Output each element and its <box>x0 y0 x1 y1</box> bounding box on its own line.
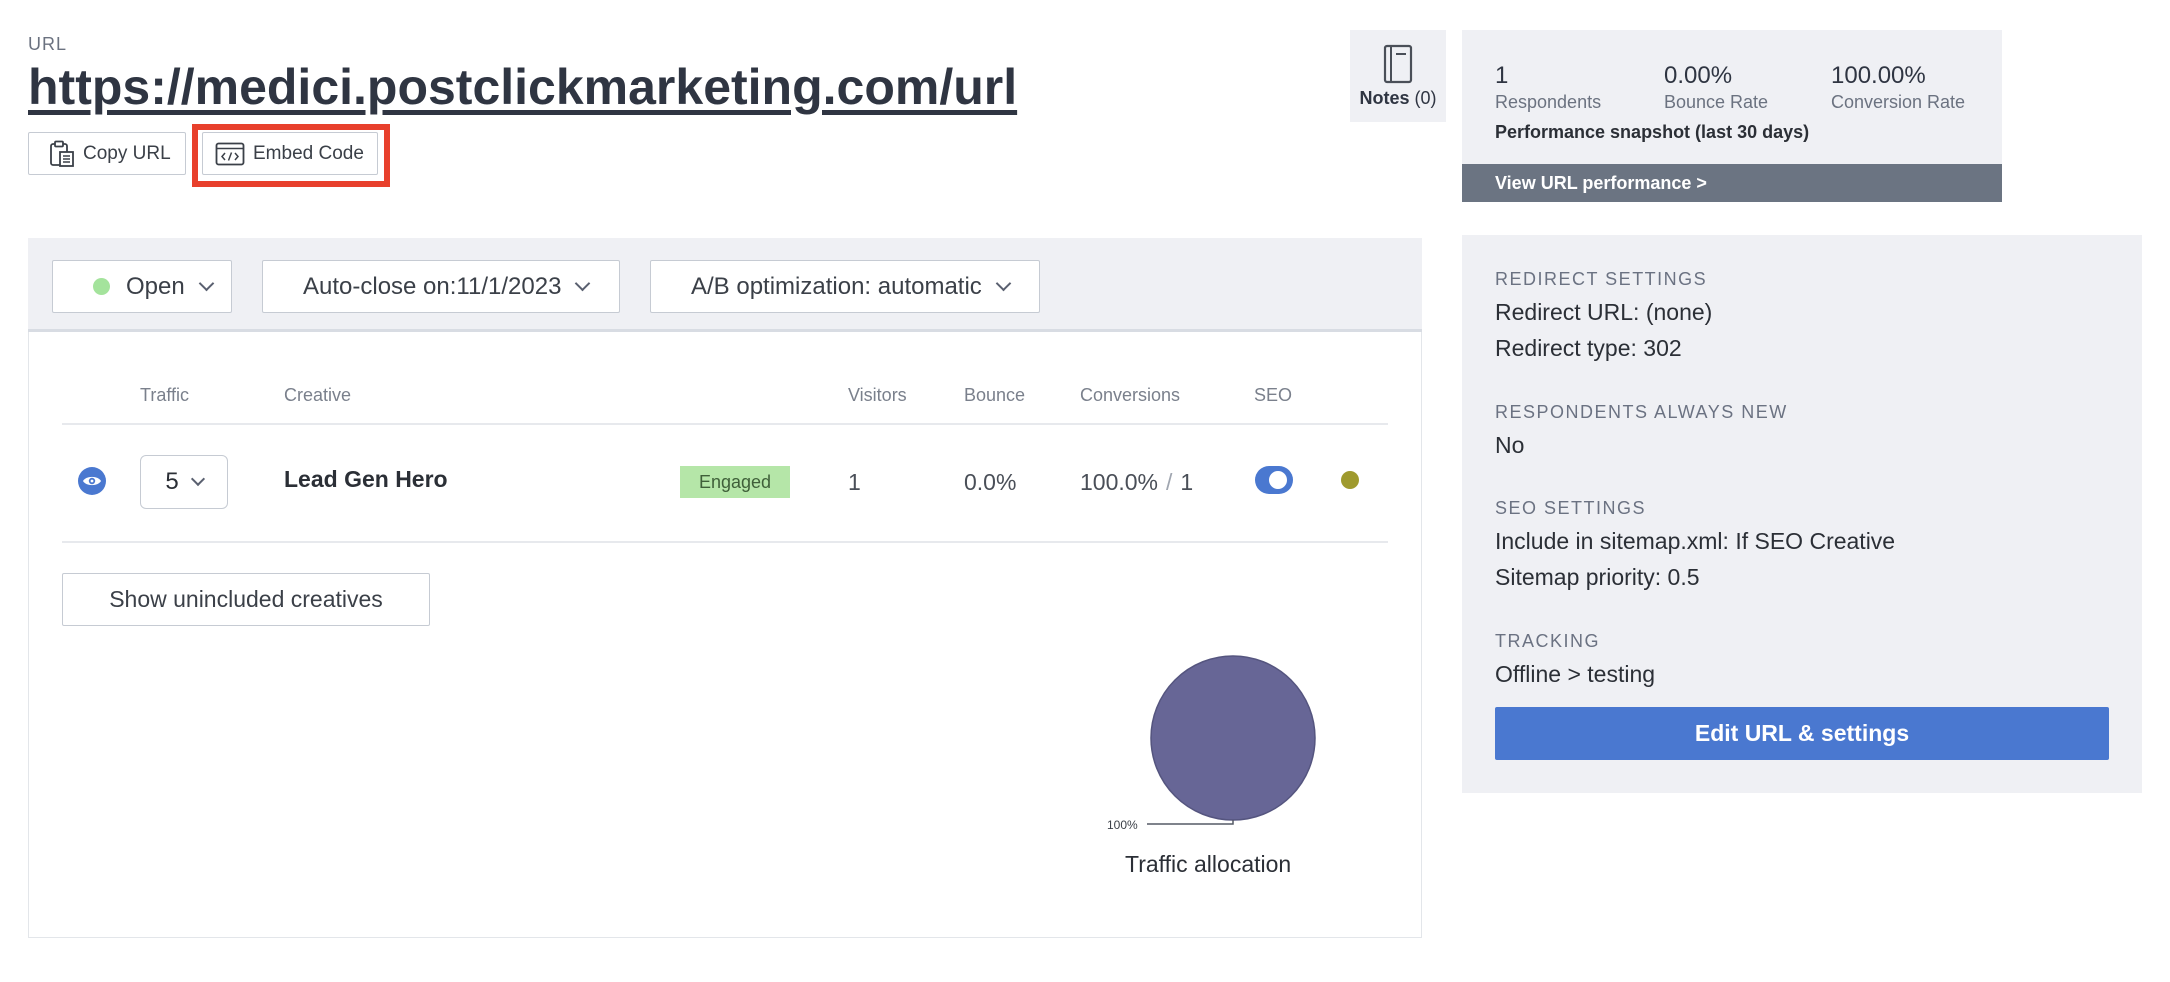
respondents-stat: 1 Respondents <box>1495 62 1601 113</box>
respondents-label: Respondents <box>1495 92 1602 112</box>
url-label: URL <box>28 34 68 54</box>
table-divider <box>62 423 1388 425</box>
creative-name[interactable]: Lead Gen Hero <box>284 466 448 493</box>
redirect-url: Redirect URL: (none) <box>1495 299 1713 325</box>
chevron-down-icon <box>190 471 205 487</box>
tracking-value: Offline > testing <box>1495 661 1656 687</box>
respondents-always-new-heading: RESPONDENTS ALWAYS NEW <box>1495 402 1788 422</box>
copy-url-button[interactable]: Copy URL <box>28 132 186 175</box>
performance-title: Performance snapshot (last 30 days) <box>1495 122 1810 142</box>
conversion-rate: 100.0% <box>1080 469 1159 495</box>
traffic-allocation-pie: 100% <box>1107 655 1316 832</box>
clipboard-icon <box>49 140 75 168</box>
chevron-down-icon <box>575 275 591 292</box>
respondents-value: 1 <box>1495 62 1509 89</box>
status-dropdown[interactable]: Open <box>52 260 232 313</box>
edit-url-settings-button[interactable]: Edit URL & settings <box>1495 707 2109 760</box>
conversions-cell: 100.0% / 1 <box>1080 469 1193 496</box>
toggle-knob <box>1267 469 1289 491</box>
conversion-separator: / <box>1166 469 1173 495</box>
creatives-toolbar: Open Auto-close on:11/1/2023 A/B optimiz… <box>28 238 1422 332</box>
col-header-creative: Creative <box>284 385 352 405</box>
tracking-heading: TRACKING <box>1495 631 1601 651</box>
col-header-visitors: Visitors <box>848 385 907 405</box>
pie-leader-line <box>1147 820 1234 825</box>
respondents-always-new-value: No <box>1495 432 1525 458</box>
conversion-rate-stat: 100.00% Conversion Rate <box>1831 62 1965 113</box>
pie-slice-label: 100% <box>1107 818 1138 832</box>
conversion-rate-label: Conversion Rate <box>1831 92 1966 112</box>
col-header-bounce: Bounce <box>964 385 1026 405</box>
view-url-performance-link[interactable]: View URL performance > <box>1462 164 2002 202</box>
notes-button[interactable]: Notes (0) <box>1350 30 1446 122</box>
chevron-down-icon <box>995 275 1012 292</box>
autoclose-dropdown[interactable]: Auto-close on:11/1/2023 <box>262 260 620 313</box>
engaged-badge: Engaged <box>680 466 790 498</box>
ab-optimization-label: A/B optimization: automatic <box>691 272 982 300</box>
bounce-rate-label: Bounce Rate <box>1664 92 1769 112</box>
col-header-traffic: Traffic <box>140 385 190 405</box>
traffic-weight-select[interactable]: 5 <box>140 455 228 509</box>
seo-sitemap-setting: Include in sitemap.xml: If SEO Creative <box>1495 528 1896 554</box>
notes-count: (0) <box>1414 87 1437 108</box>
seo-sitemap-priority: Sitemap priority: 0.5 <box>1495 564 1700 590</box>
embed-code-highlight <box>192 124 390 187</box>
autoclose-label: Auto-close on:11/1/2023 <box>303 272 562 300</box>
bounce-value: 0.0% <box>964 469 1017 495</box>
redirect-type: Redirect type: 302 <box>1495 335 1682 361</box>
preview-eye-icon[interactable] <box>78 467 106 495</box>
col-header-conversions: Conversions <box>1080 385 1181 405</box>
notes-label: Notes <box>1359 87 1410 108</box>
conversion-count: 1 <box>1180 469 1194 495</box>
seo-settings-heading: SEO SETTINGS <box>1495 498 1647 518</box>
creative-color-dot <box>1341 471 1359 489</box>
col-header-seo: SEO <box>1254 385 1293 405</box>
ab-optimization-dropdown[interactable]: A/B optimization: automatic <box>650 260 1040 313</box>
seo-toggle[interactable] <box>1255 466 1293 494</box>
status-label: Open <box>126 272 185 300</box>
bounce-rate-stat: 0.00% Bounce Rate <box>1664 62 1768 113</box>
bounce-rate-value: 0.00% <box>1664 62 1733 89</box>
redirect-settings-heading: REDIRECT SETTINGS <box>1495 269 1708 289</box>
notebook-icon <box>1382 44 1414 84</box>
traffic-weight-value: 5 <box>165 468 179 495</box>
show-unincluded-creatives-button[interactable]: Show unincluded creatives <box>62 573 430 626</box>
pie-chart-title: Traffic allocation <box>1125 851 1292 877</box>
status-open-dot <box>93 278 110 295</box>
conversion-rate-value: 100.00% <box>1831 62 1926 89</box>
pie-slice-lead-gen-hero <box>1150 655 1316 821</box>
chevron-down-icon <box>198 275 214 292</box>
performance-snapshot: 1 Respondents 0.00% Bounce Rate 100.00% … <box>1462 30 2002 164</box>
copy-url-label: Copy URL <box>83 142 171 164</box>
landing-url-link[interactable]: https://medici.postclickmarketing.com/ur… <box>28 58 1017 116</box>
table-divider <box>62 541 1388 543</box>
visitors-value: 1 <box>848 469 861 495</box>
